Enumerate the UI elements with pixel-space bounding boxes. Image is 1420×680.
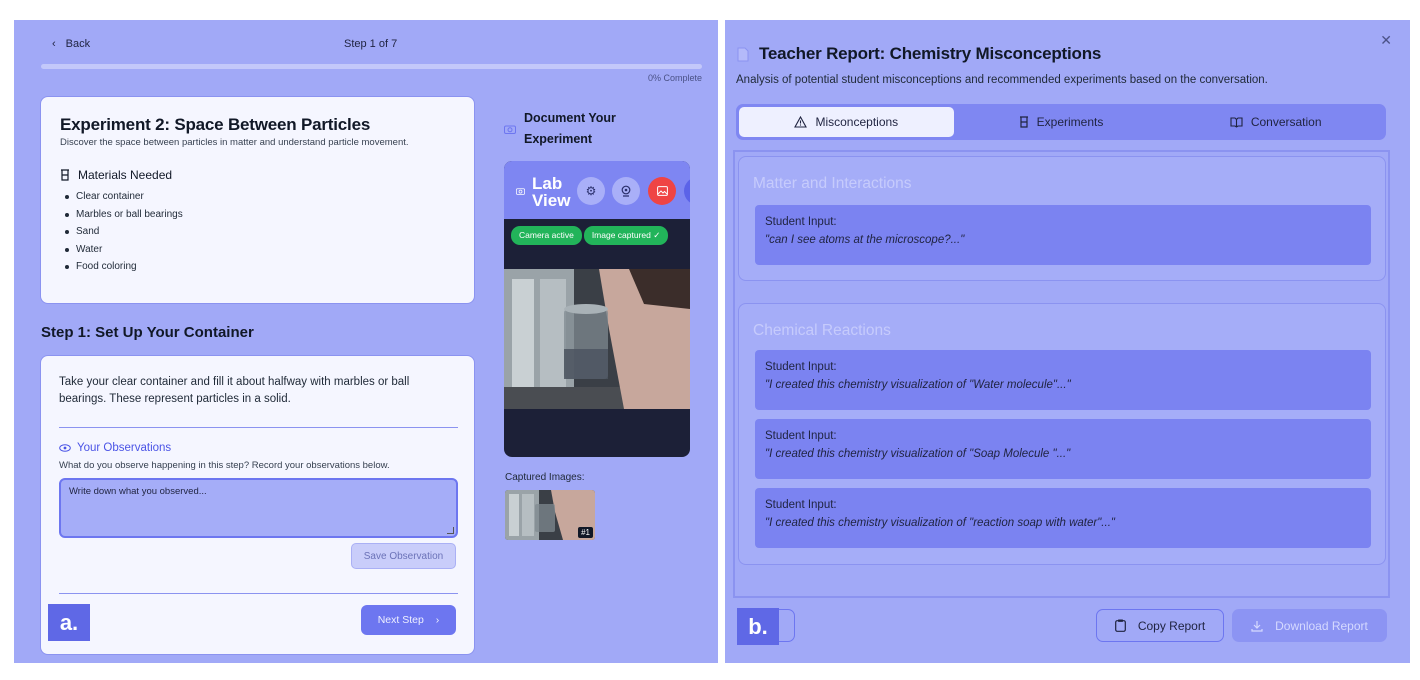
back-label: Back xyxy=(65,38,91,50)
save-observation-button[interactable]: Save Observation xyxy=(351,543,456,569)
eye-icon xyxy=(59,444,71,452)
progress-bar xyxy=(41,64,702,69)
list-item: Food coloring xyxy=(60,258,455,276)
list-item: Sand xyxy=(60,223,455,241)
tab-label: Misconceptions xyxy=(815,115,899,129)
status-badges: Camera active Image captured ✓ xyxy=(511,226,669,245)
report-subtitle: Analysis of potential student misconcept… xyxy=(736,74,1268,86)
capture-image-button[interactable] xyxy=(648,177,676,205)
materials-heading: Materials Needed xyxy=(60,168,455,182)
misconceptions-content[interactable]: Matter and Interactions Student Input: "… xyxy=(733,150,1390,598)
lab-view-card: Lab View ⚙ Camera active Image captured … xyxy=(504,161,690,457)
observations-prompt: What do you observe happening in this st… xyxy=(59,460,390,471)
back-button[interactable]: ‹ Back xyxy=(52,38,90,50)
chevron-left-icon: ‹ xyxy=(52,38,56,50)
close-icon[interactable]: ✕ xyxy=(1380,32,1392,49)
captured-thumbnail[interactable]: #1 xyxy=(505,490,595,540)
camera-icon xyxy=(504,125,516,134)
section-title: Matter and Interactions xyxy=(753,175,912,192)
copy-report-label: Copy Report xyxy=(1137,618,1206,633)
lab-view-title-line2: View xyxy=(532,191,571,210)
student-input-quote: "I created this chemistry visualization … xyxy=(765,448,1071,460)
lab-view-header: Lab View ⚙ xyxy=(504,161,690,219)
divider xyxy=(59,427,458,428)
observations-heading: Your Observations xyxy=(59,442,171,454)
student-input-label: Student Input: xyxy=(765,499,837,511)
lab-view-title: Lab View xyxy=(532,175,570,209)
divider xyxy=(59,593,458,594)
tab-misconceptions[interactable]: Misconceptions xyxy=(739,107,954,137)
student-input-label: Student Input: xyxy=(765,430,837,442)
student-input-card: Student Input: "I created this chemistry… xyxy=(755,488,1371,548)
gear-icon: ⚙ xyxy=(585,184,597,198)
camera-active-badge: Camera active xyxy=(511,226,582,245)
next-step-label: Next Step xyxy=(377,614,424,626)
tab-experiments[interactable]: Experiments xyxy=(954,107,1169,137)
step-title: Step 1: Set Up Your Container xyxy=(41,324,254,341)
tab-label: Experiments xyxy=(1036,115,1104,129)
experiment-card: Experiment 2: Space Between Particles Di… xyxy=(40,96,475,304)
webcam-button[interactable] xyxy=(612,177,640,205)
teacher-report-panel: ✕ Teacher Report: Chemistry Misconceptio… xyxy=(725,20,1410,663)
next-step-button[interactable]: Next Step › xyxy=(361,605,456,635)
panel-label: a. xyxy=(48,604,90,641)
report-tabs: Misconceptions Experiments Conversation xyxy=(736,104,1386,140)
image-icon xyxy=(656,186,668,196)
flask-icon xyxy=(1019,116,1028,128)
settings-button[interactable]: ⚙ xyxy=(577,177,605,205)
list-item: Water xyxy=(60,241,455,259)
list-item: Clear container xyxy=(60,188,455,206)
student-input-quote: "I created this chemistry visualization … xyxy=(765,517,1115,529)
image-captured-badge: Image captured ✓ xyxy=(583,226,669,245)
section-title: Chemical Reactions xyxy=(753,322,891,339)
camera-feed-image xyxy=(504,269,690,409)
tab-label: Conversation xyxy=(1250,115,1322,129)
list-item: Marbles or ball bearings xyxy=(60,206,455,224)
progress-text: 0% Complete xyxy=(647,73,702,83)
observations-textarea[interactable]: Write down what you observed... xyxy=(59,478,458,538)
flask-icon xyxy=(61,169,69,181)
document-heading: Document Your Experiment xyxy=(504,108,634,150)
student-input-card: Student Input: "can I see atoms at the m… xyxy=(755,205,1371,265)
experiment-title: Experiment 2: Space Between Particles xyxy=(60,115,371,134)
download-icon xyxy=(1251,620,1263,632)
student-input-label: Student Input: xyxy=(765,216,837,228)
report-title: Teacher Report: Chemistry Misconceptions xyxy=(759,44,1102,63)
student-input-label: Student Input: xyxy=(765,361,837,373)
experiment-subtitle: Discover the space between particles in … xyxy=(60,137,409,148)
step-instructions: Take your clear container and fill it ab… xyxy=(59,376,410,405)
student-input-card: Student Input: "I created this chemistry… xyxy=(755,419,1371,479)
materials-list: Clear container Marbles or ball bearings… xyxy=(60,188,455,276)
camera-icon xyxy=(516,188,525,195)
misconception-section: Chemical Reactions Student Input: "I cre… xyxy=(738,303,1386,565)
thumbnail-number: #1 xyxy=(578,527,593,538)
copy-report-button[interactable]: Copy Report xyxy=(1096,609,1224,642)
tab-conversation[interactable]: Conversation xyxy=(1168,107,1383,137)
download-report-label: Download Report xyxy=(1275,618,1368,633)
chevron-right-icon: › xyxy=(435,614,440,626)
panel-label: b. xyxy=(737,608,779,645)
materials-heading-label: Materials Needed xyxy=(78,168,173,182)
warning-triangle-icon xyxy=(794,116,808,128)
student-input-quote: "can I see atoms at the microscope?..." xyxy=(765,234,965,246)
book-open-icon xyxy=(1230,116,1243,128)
report-heading: Teacher Report: Chemistry Misconceptions xyxy=(737,44,1101,64)
clipboard-icon xyxy=(1114,619,1126,632)
student-input-quote: "I created this chemistry visualization … xyxy=(765,379,1071,391)
step-card: Take your clear container and fill it ab… xyxy=(40,355,475,655)
misconception-section: Matter and Interactions Student Input: "… xyxy=(738,156,1386,281)
download-report-button[interactable]: Download Report xyxy=(1232,609,1387,642)
lab-view-title-line1: Lab xyxy=(532,174,563,193)
captured-images-label: Captured Images: xyxy=(505,472,585,483)
document-icon xyxy=(737,47,749,61)
camera-feed-illustration xyxy=(504,269,690,409)
step-counter: Step 1 of 7 xyxy=(344,38,398,50)
more-button[interactable] xyxy=(684,177,690,205)
webcam-icon xyxy=(621,185,631,197)
student-experiment-panel: ‹ Back Step 1 of 7 0% Complete Experimen… xyxy=(14,20,718,663)
observations-heading-label: Your Observations xyxy=(77,442,172,454)
student-input-card: Student Input: "I created this chemistry… xyxy=(755,350,1371,410)
document-title: Document Your Experiment xyxy=(524,111,616,146)
